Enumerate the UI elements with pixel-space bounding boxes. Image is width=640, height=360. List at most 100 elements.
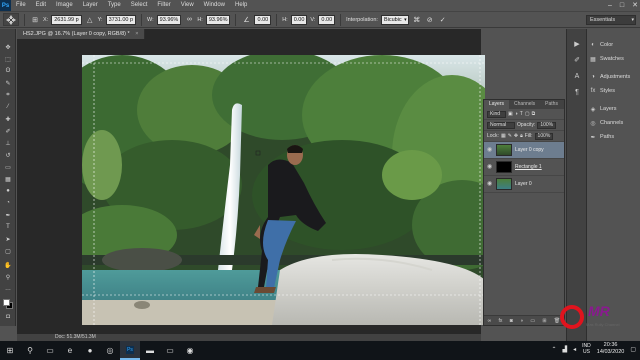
visibility-eye-icon[interactable]: ◉: [487, 181, 493, 187]
tray-chevron-icon[interactable]: ⌃: [552, 346, 557, 353]
quick-mask-icon[interactable]: ◘: [3, 313, 13, 321]
clone-stamp-tool-icon[interactable]: ⊥: [3, 139, 13, 147]
filter-adjustment-icon[interactable]: ◑: [515, 111, 518, 117]
y-position-field[interactable]: 3731.00 p: [105, 14, 137, 25]
pen-tool-icon[interactable]: ✒: [3, 211, 13, 219]
panel-paths[interactable]: ✒ Paths: [589, 133, 614, 141]
character-panel-icon[interactable]: A: [572, 71, 582, 81]
height-field[interactable]: 93.96%: [205, 14, 231, 25]
workspace-select[interactable]: Essentials: [586, 15, 636, 25]
menu-layer[interactable]: Layer: [78, 0, 103, 11]
eyedropper-tool-icon[interactable]: ⁄: [3, 103, 13, 111]
folder-icon[interactable]: ▭: [160, 341, 180, 360]
search-icon[interactable]: ⚲: [20, 341, 40, 360]
brush-tool-icon[interactable]: ✐: [3, 127, 13, 135]
layer-item[interactable]: ◉ Layer 0: [484, 176, 564, 193]
task-view-icon[interactable]: ▭: [40, 341, 60, 360]
blur-tool-icon[interactable]: ●: [3, 187, 13, 195]
minimize-icon[interactable]: –: [608, 0, 612, 11]
lock-all-icon[interactable]: 🔒︎: [520, 133, 523, 139]
shape-tool-icon[interactable]: ▢: [3, 247, 13, 255]
chrome-icon[interactable]: ◎: [100, 341, 120, 360]
edge-icon[interactable]: e: [60, 341, 80, 360]
skew-h-field[interactable]: 0.00: [290, 14, 308, 25]
gradient-tool-icon[interactable]: ▦: [3, 175, 13, 183]
width-field[interactable]: 93.96%: [156, 14, 182, 25]
photoshop-taskbar-icon[interactable]: Ps: [120, 341, 140, 360]
hand-tool-icon[interactable]: ✋: [3, 261, 13, 269]
lock-transparent-icon[interactable]: ▦: [501, 133, 506, 139]
rotate-field[interactable]: 0.00: [254, 14, 272, 25]
menu-image[interactable]: Image: [51, 0, 78, 11]
cancel-transform-icon[interactable]: ⊘: [425, 15, 435, 25]
relative-position-icon[interactable]: △: [85, 15, 95, 25]
brush-panel-icon[interactable]: ✐: [572, 55, 582, 65]
quick-select-tool-icon[interactable]: ✎: [3, 79, 13, 87]
image-canvas[interactable]: [82, 55, 485, 325]
layer-name[interactable]: Layer 0 copy: [515, 147, 544, 153]
menu-help[interactable]: Help: [230, 0, 252, 11]
commit-transform-icon[interactable]: ✓: [438, 15, 448, 25]
notifications-icon[interactable]: ▢: [630, 346, 636, 353]
warp-icon[interactable]: ⌘: [412, 15, 422, 25]
firefox-icon[interactable]: ●: [80, 341, 100, 360]
x-position-field[interactable]: 2631.99 p: [51, 14, 82, 25]
menu-select[interactable]: Select: [126, 0, 153, 11]
tab-paths[interactable]: Paths: [540, 100, 563, 109]
layer-name[interactable]: Layer 0: [515, 181, 532, 187]
link-layers-icon[interactable]: ∞: [488, 318, 492, 324]
marquee-tool-icon[interactable]: ⬚: [3, 55, 13, 63]
filter-smart-icon[interactable]: ⧉: [532, 111, 536, 117]
visibility-eye-icon[interactable]: ◉: [487, 147, 493, 153]
menu-file[interactable]: File: [11, 0, 31, 11]
type-tool-icon[interactable]: T: [3, 223, 13, 231]
panel-channels[interactable]: ◎ Channels: [589, 119, 623, 127]
menu-window[interactable]: Window: [199, 0, 230, 11]
paragraph-panel-icon[interactable]: ¶: [572, 87, 582, 97]
network-icon[interactable]: ▟: [563, 346, 568, 353]
maximize-icon[interactable]: □: [620, 0, 624, 11]
menu-filter[interactable]: Filter: [152, 0, 175, 11]
start-windows-icon[interactable]: ⊞: [0, 341, 20, 360]
visibility-eye-icon[interactable]: ◉: [487, 164, 493, 170]
tab-channels[interactable]: Channels: [509, 100, 540, 109]
link-icon[interactable]: ∞: [184, 15, 194, 25]
layer-name[interactable]: Rectangle 1: [515, 164, 542, 170]
adjustment-layer-icon[interactable]: ◑: [520, 318, 523, 324]
layer-item[interactable]: ◉ Rectangle 1: [484, 159, 564, 176]
move-tool-icon[interactable]: ✥: [3, 43, 13, 51]
panel-color[interactable]: ◐ Color: [589, 41, 613, 49]
history-brush-tool-icon[interactable]: ↺: [3, 151, 13, 159]
lock-position-icon[interactable]: ✥: [514, 133, 518, 139]
move-tool-preset-icon[interactable]: [3, 13, 19, 26]
layer-mask-icon[interactable]: ◙: [510, 318, 513, 324]
reference-point-icon[interactable]: ⊞: [30, 15, 40, 25]
panel-styles[interactable]: fx Styles: [589, 87, 615, 95]
menu-type[interactable]: Type: [103, 0, 126, 11]
healing-tool-icon[interactable]: ✚: [3, 115, 13, 123]
layer-style-icon[interactable]: fx: [499, 318, 503, 324]
tab-layers[interactable]: Layers: [484, 100, 510, 109]
filter-type-icon[interactable]: T: [520, 111, 523, 117]
play-icon[interactable]: ▶: [572, 39, 582, 49]
menu-edit[interactable]: Edit: [31, 0, 51, 11]
volume-icon[interactable]: ◂: [573, 346, 576, 353]
panel-swatches[interactable]: ▦ Swatches: [589, 55, 624, 63]
kind-filter-select[interactable]: Kind: [487, 110, 507, 118]
panel-adjustments[interactable]: ◑ Adjustments: [589, 73, 630, 81]
file-explorer-icon[interactable]: ▬: [140, 341, 160, 360]
filter-shape-icon[interactable]: ▢: [525, 111, 530, 117]
path-select-tool-icon[interactable]: ➤: [3, 235, 13, 243]
language-indicator[interactable]: IND US: [582, 343, 591, 355]
crop-tool-icon[interactable]: ⌗: [3, 91, 13, 99]
layer-item[interactable]: ◉ Layer 0 copy: [484, 142, 564, 159]
fill-field[interactable]: 100%: [534, 132, 554, 140]
panel-layers[interactable]: ◈ Layers: [589, 105, 617, 113]
opacity-field[interactable]: 100%: [537, 121, 557, 129]
document-tab[interactable]: HS2.JPG @ 16.7% (Layer 0 copy, RGB/8) * …: [17, 29, 146, 39]
filter-pixel-icon[interactable]: ▣: [508, 111, 513, 117]
blend-mode-select[interactable]: Normal: [487, 121, 515, 129]
more-tools-icon[interactable]: …: [3, 285, 13, 293]
menu-view[interactable]: View: [176, 0, 199, 11]
close-tab-icon[interactable]: ×: [135, 31, 138, 37]
